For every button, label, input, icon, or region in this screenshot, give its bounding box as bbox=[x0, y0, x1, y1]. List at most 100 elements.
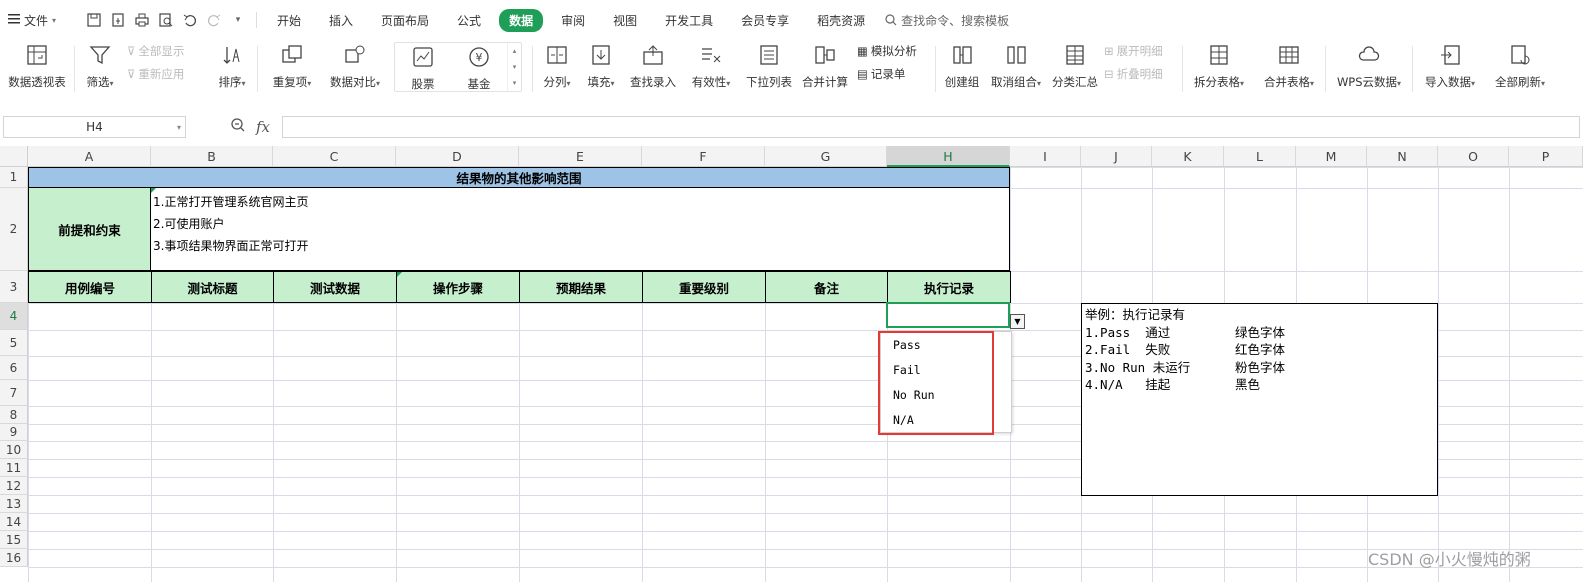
row-header-1[interactable]: 1 bbox=[0, 167, 28, 188]
tab-page-layout[interactable]: 页面布局 bbox=[371, 9, 439, 32]
row-header-16[interactable]: 16 bbox=[0, 549, 28, 567]
fill-button[interactable]: 填充▾ bbox=[581, 40, 621, 96]
fund-button[interactable]: ¥ 基金 bbox=[451, 43, 507, 91]
name-box[interactable]: H4 ▾ bbox=[3, 116, 186, 138]
note-textbox[interactable]: 举例：执行记录有 1.Pass 通过 绿色字体 2.Fail 失败 红色字体 3.N… bbox=[1081, 303, 1438, 496]
premise-content-cell[interactable]: 1.正常打开管理系统官网主页 2.可使用账户 3.事项结果物界面正常可打开 bbox=[150, 187, 1010, 271]
merge-table-button[interactable]: 合并表格▾ bbox=[1257, 40, 1321, 96]
record-sheet-button[interactable]: ▤ 记录单 bbox=[857, 66, 933, 82]
table-header-cell[interactable]: 重要级别 bbox=[642, 271, 766, 303]
column-header-j[interactable]: J bbox=[1081, 146, 1152, 167]
collapse-detail-button[interactable]: ⊟ 折叠明细 bbox=[1104, 66, 1180, 82]
tab-review[interactable]: 审阅 bbox=[551, 9, 595, 32]
tab-view[interactable]: 视图 bbox=[603, 9, 647, 32]
table-header-cell[interactable]: 预期结果 bbox=[519, 271, 643, 303]
whatif-button[interactable]: ▦ 模拟分析 bbox=[857, 43, 933, 59]
tab-docer[interactable]: 稻壳资源 bbox=[807, 9, 875, 32]
stocks-button[interactable]: 股票 bbox=[395, 43, 451, 91]
reapply-button[interactable]: ⊽ 重新应用 bbox=[127, 66, 203, 82]
chevron-down-icon[interactable]: ▾ bbox=[177, 123, 181, 132]
tab-formulas[interactable]: 公式 bbox=[447, 9, 491, 32]
save-icon[interactable] bbox=[86, 12, 102, 28]
row-header-4[interactable]: 4 bbox=[0, 303, 28, 330]
row-header-6[interactable]: 6 bbox=[0, 356, 28, 380]
dropdown-list-button[interactable]: 下拉列表 bbox=[741, 40, 797, 96]
row-header-5[interactable]: 5 bbox=[0, 330, 28, 356]
table-header-cell[interactable]: 执行记录 bbox=[887, 271, 1011, 303]
separator bbox=[935, 46, 936, 92]
split-column-button[interactable]: 分列▾ bbox=[537, 40, 577, 96]
column-header-l[interactable]: L bbox=[1224, 146, 1296, 167]
table-header-cell[interactable]: 操作步骤 bbox=[396, 271, 520, 303]
file-menu[interactable]: 文件 ▾ bbox=[8, 12, 72, 29]
split-table-button[interactable]: 拆分表格▾ bbox=[1187, 40, 1251, 96]
tab-member[interactable]: 会员专享 bbox=[731, 9, 799, 32]
lookup-entry-button[interactable]: 查找录入 bbox=[625, 40, 681, 96]
column-header-c[interactable]: C bbox=[273, 146, 396, 167]
refresh-all-button[interactable]: 全部刷新▾ bbox=[1487, 40, 1553, 96]
row-header-10[interactable]: 10 bbox=[0, 441, 28, 459]
column-header-i[interactable]: I bbox=[1010, 146, 1081, 167]
column-header-o[interactable]: O bbox=[1438, 146, 1509, 167]
wps-cloud-data-button[interactable]: WPS云数据▾ bbox=[1330, 40, 1408, 96]
row-header-8[interactable]: 8 bbox=[0, 406, 28, 424]
column-header-h[interactable]: H bbox=[887, 146, 1010, 167]
row-header-14[interactable]: 14 bbox=[0, 513, 28, 531]
column-header-k[interactable]: K bbox=[1152, 146, 1224, 167]
column-header-g[interactable]: G bbox=[765, 146, 887, 167]
formula-input[interactable] bbox=[282, 116, 1580, 138]
pivot-table-button[interactable]: 数据透视表 bbox=[0, 40, 74, 96]
row-header-13[interactable]: 13 bbox=[0, 495, 28, 513]
subtotal-button[interactable]: 分类汇总 bbox=[1048, 40, 1102, 96]
active-cell-h4[interactable] bbox=[886, 302, 1010, 328]
export-pdf-icon[interactable] bbox=[110, 12, 126, 28]
tab-insert[interactable]: 插入 bbox=[319, 9, 363, 32]
consolidate-button[interactable]: 合并计算 bbox=[797, 40, 853, 96]
command-search[interactable]: 查找命令、搜索模板 bbox=[885, 12, 1009, 29]
duplicates-button[interactable]: 重复项▾ bbox=[264, 40, 320, 96]
table-header-cell[interactable]: 测试数据 bbox=[273, 271, 397, 303]
column-header-d[interactable]: D bbox=[396, 146, 519, 167]
tab-home[interactable]: 开始 bbox=[267, 9, 311, 32]
tab-data[interactable]: 数据 bbox=[499, 8, 544, 32]
insert-function-icon[interactable]: fx bbox=[256, 118, 270, 136]
expand-detail-button[interactable]: ⊞ 展开明细 bbox=[1104, 43, 1180, 59]
gallery-scroll[interactable]: ▴ ▾ ▾ bbox=[507, 43, 521, 91]
validity-button[interactable]: 有效性▾ bbox=[685, 40, 737, 96]
data-compare-button[interactable]: 数据对比▾ bbox=[324, 40, 386, 96]
row-header-12[interactable]: 12 bbox=[0, 477, 28, 495]
undo-icon[interactable] bbox=[182, 12, 198, 28]
column-header-m[interactable]: M bbox=[1296, 146, 1367, 167]
column-header-a[interactable]: A bbox=[28, 146, 151, 167]
column-header-e[interactable]: E bbox=[519, 146, 642, 167]
redo-icon[interactable] bbox=[206, 12, 222, 28]
table-header-cell[interactable]: 用例编号 bbox=[28, 271, 152, 303]
select-all-corner[interactable] bbox=[0, 146, 28, 167]
row-header-9[interactable]: 9 bbox=[0, 424, 28, 441]
row-header-2[interactable]: 2 bbox=[0, 188, 28, 271]
zoom-icon[interactable] bbox=[230, 117, 246, 137]
cell-dropdown-button[interactable]: ▼ bbox=[1010, 314, 1025, 329]
row-header-11[interactable]: 11 bbox=[0, 459, 28, 477]
row-header-15[interactable]: 15 bbox=[0, 531, 28, 549]
show-all-button[interactable]: ⊽ 全部显示 bbox=[127, 43, 203, 59]
tab-developer[interactable]: 开发工具 bbox=[655, 9, 723, 32]
import-data-button[interactable]: 导入数据▾ bbox=[1417, 40, 1483, 96]
column-header-n[interactable]: N bbox=[1367, 146, 1438, 167]
column-header-p[interactable]: P bbox=[1509, 146, 1583, 167]
sort-button[interactable]: 排序▾ bbox=[211, 40, 253, 96]
row-header-7[interactable]: 7 bbox=[0, 380, 28, 406]
table-header-cell[interactable]: 测试标题 bbox=[151, 271, 274, 303]
sheet-title-cell[interactable]: 结果物的其他影响范围 bbox=[28, 167, 1010, 188]
column-header-b[interactable]: B bbox=[151, 146, 273, 167]
table-header-cell[interactable]: 备注 bbox=[765, 271, 888, 303]
row-header-3[interactable]: 3 bbox=[0, 271, 28, 303]
print-preview-icon[interactable] bbox=[158, 12, 174, 28]
create-group-button[interactable]: 创建组 bbox=[940, 40, 984, 96]
print-icon[interactable] bbox=[134, 12, 150, 28]
filter-button[interactable]: 筛选▾ bbox=[79, 40, 121, 96]
chevron-down-icon[interactable]: ▾ bbox=[230, 12, 246, 28]
ungroup-button[interactable]: 取消组合▾ bbox=[986, 40, 1046, 96]
premise-label-cell[interactable]: 前提和约束 bbox=[28, 187, 151, 271]
column-header-f[interactable]: F bbox=[642, 146, 765, 167]
